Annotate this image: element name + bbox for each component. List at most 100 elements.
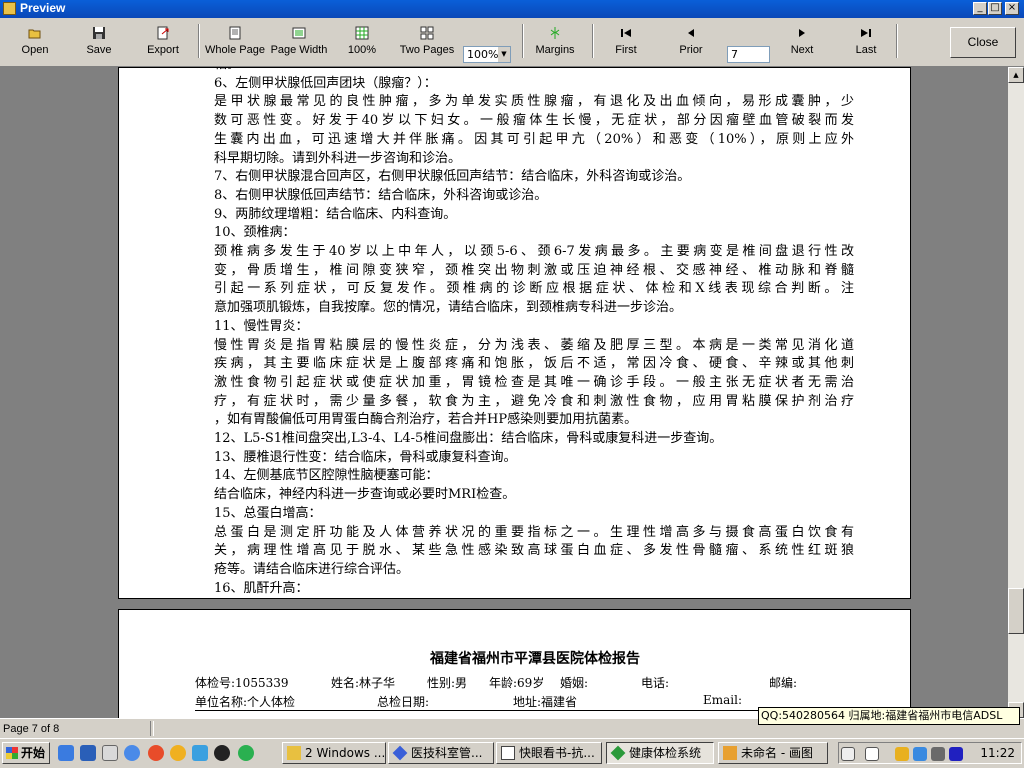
patient-gender: 性别:男 (427, 676, 468, 690)
report-line: 意加强项肌锻炼，自我按摩。您的情况，请结合临床，到颈椎病专科进一步诊治。 (214, 300, 683, 316)
previous-icon (688, 29, 694, 37)
save-button[interactable]: Save (78, 22, 120, 62)
explorer-icon[interactable] (192, 745, 208, 761)
task-reader[interactable]: 快眼看书-抗... (496, 742, 602, 764)
report-page: 相。6、左侧甲状腺低回声团块（腺瘤？）： 是甲状腺最常见的良性肿瘤，多为单发实质性… (118, 67, 911, 599)
page-number-input[interactable]: 7 (727, 46, 770, 63)
qq-tooltip: QQ:540280564 归属地:福建省福州市电信ADSL (758, 707, 1020, 725)
floppy-disk-icon (93, 27, 105, 39)
report-line: 疗，有症状时，需少量多餐，软食为主，避免冷食和刺激性食物，应用胃粘膜保护剂治疗 (214, 393, 854, 409)
report-line: 12、L5-S1椎间盘突出,L3-4、L4-5椎间盘膨出：结合临床，骨科或康复科… (214, 431, 723, 447)
health-app-icon (610, 745, 626, 761)
whole-page-icon (229, 26, 241, 40)
toolbar: Open Save Export Whole Page Page Width 1… (0, 18, 1024, 67)
page-status: Page 7 of 8 (3, 723, 60, 735)
next-icon (799, 29, 805, 37)
chevron-down-icon[interactable]: ▼ (498, 47, 510, 62)
two-pages-button[interactable]: Two Pages (398, 22, 456, 62)
report-line: 6、左侧甲状腺低回声团块（腺瘤？）： (214, 75, 437, 91)
report-line: 疮等。请结合临床进行综合评估。 (214, 561, 410, 577)
qq-icon[interactable] (214, 745, 230, 761)
patient-age: 年龄:69岁 (489, 676, 545, 690)
keyboard-icon[interactable] (841, 747, 855, 761)
report-text: 相。6、左侧甲状腺低回声团块（腺瘤？）： 是甲状腺最常见的良性肿瘤，多为单发实质性… (214, 68, 854, 599)
last-page-button[interactable]: Last (850, 22, 882, 62)
maximize-button[interactable]: □ (988, 2, 1002, 15)
zoom-select[interactable]: 100% ▼ (463, 46, 511, 63)
update-icon[interactable] (238, 745, 254, 761)
volume-icon[interactable] (931, 747, 945, 761)
scroll-up-icon[interactable]: ▲ (1008, 67, 1024, 83)
margins-icon (550, 27, 560, 39)
app-shortcut-icon[interactable] (80, 745, 96, 761)
toolbar-separator (522, 24, 524, 58)
export-button[interactable]: Export (140, 22, 186, 62)
start-button[interactable]: 开始 (2, 742, 50, 764)
report-line: 16、肌酐升高： (214, 580, 309, 596)
close-window-button[interactable]: × (1005, 2, 1019, 15)
task-paint[interactable]: 未命名 - 画图 (718, 742, 828, 764)
vertical-scrollbar[interactable]: ▲ ▼ (1008, 67, 1024, 718)
window-title: Preview (20, 1, 66, 15)
desktop-icon[interactable] (102, 745, 118, 761)
toolbar-separator (198, 24, 200, 58)
margins-button[interactable]: Margins (532, 22, 578, 62)
network-icon[interactable] (913, 747, 927, 761)
browser-icon[interactable] (148, 745, 164, 761)
report-line: 引起一系列症状，可反复发作。颈椎病的诊断应根据症状、体检和X线表现综合判断。注 (214, 281, 854, 297)
task-windows-group[interactable]: 2 Windows ... (282, 742, 386, 764)
media-player-icon[interactable] (949, 747, 963, 761)
page-width-button[interactable]: Page Width (270, 22, 328, 62)
minimize-button[interactable]: _ (973, 2, 987, 15)
report-line: 8、右侧甲状腺低回声结节：结合临床，外科咨询或诊治。 (214, 187, 548, 203)
report-title: 福建省福州市平潭县医院体检报告 (430, 651, 640, 667)
export-icon (157, 26, 169, 40)
media-icon[interactable] (124, 745, 140, 761)
ie-icon[interactable] (58, 745, 74, 761)
clock: 11:22 (980, 746, 1015, 760)
document-viewport[interactable]: 相。6、左侧甲状腺低回声团块（腺瘤？）： 是甲状腺最常见的良性肿瘤，多为单发实质性… (0, 67, 1008, 718)
folder-open-icon (28, 29, 41, 39)
first-page-button[interactable]: First (610, 22, 642, 62)
report-line: 总蛋白是测定肝功能及人体营养状况的重要指标之一。生理性增高多与摄食高蛋白饮食有 (214, 524, 854, 540)
report-line: 14、左侧基底节区腔隙性脑梗塞可能： (214, 468, 439, 484)
zoom-100-button[interactable]: 100% (342, 22, 382, 62)
report-line: 科早期切除。请到外科进一步咨询和诊治。 (214, 150, 462, 166)
report-line: ，如有胃酸偏低可用胃蛋白酶合剂治疗，若合并HP感染则要加用抗菌素。 (214, 412, 638, 428)
report-line: 11、慢性胃炎： (214, 318, 309, 334)
task-medical-dept[interactable]: 医技科室管... (388, 742, 494, 764)
zoom-value: 100% (467, 48, 499, 61)
report-line: 10、颈椎病： (214, 225, 296, 241)
report-line: 疾病，其主要临床症状是上腹部疼痛和饱胀，饭后不适，常因冷食、硬食、辛辣或其他刺 (214, 356, 854, 372)
report-line: 慢性胃炎是指胃粘膜层的慢性炎症，分为浅表、萎缩及肥厚三型。本病是一类常见消化道 (214, 337, 854, 353)
report-line: 15、总蛋白增高： (214, 505, 322, 521)
total-check-date: 总检日期: (377, 695, 430, 709)
toolbar-separator (896, 24, 898, 58)
divider (195, 710, 775, 711)
address-field: 地址:福建省 (513, 695, 578, 709)
start-label: 开始 (21, 746, 46, 760)
tray-app-icon[interactable] (895, 747, 909, 761)
prior-page-button[interactable]: Prior (674, 22, 708, 62)
chat-icon[interactable] (170, 745, 186, 761)
report-line: 肌酐是临床常规肾功能试验之一，肌酐是肌酸的代谢产物，98%的肌酸存在于肌肉，为肌 (214, 598, 854, 599)
task-health-check[interactable]: 健康体检系统 (606, 742, 714, 764)
report-line: 13、腰椎退行性变：结合临床，骨科或康复科查询。 (214, 449, 517, 465)
document-icon (501, 746, 515, 760)
help-icon[interactable] (865, 747, 879, 761)
scroll-thumb[interactable] (1008, 588, 1024, 634)
report-line: 相。 (214, 68, 854, 75)
close-button[interactable]: Close (950, 27, 1016, 58)
patient-name: 姓名:林子华 (331, 676, 396, 690)
folder-icon (287, 746, 301, 760)
system-tray: 11:22 (838, 742, 1022, 764)
toolbar-separator (592, 24, 594, 58)
report-line: 结合临床，神经内科进一步查询或必要时MRI检查。 (214, 487, 516, 503)
whole-page-button[interactable]: Whole Page (204, 22, 266, 62)
next-page-button[interactable]: Next (786, 22, 818, 62)
last-page-icon (861, 29, 871, 37)
marital-status: 婚姻: (560, 676, 589, 690)
open-button[interactable]: Open (14, 22, 56, 62)
report-page-next: 福建省福州市平潭县医院体检报告 体检号:1055339 姓名:林子华 性别:男 … (118, 609, 911, 718)
report-line: 激性食物引起症状或使症状加重，胃镜检查是其唯一确诊手段。一般主张无症状者无需治 (214, 374, 854, 390)
